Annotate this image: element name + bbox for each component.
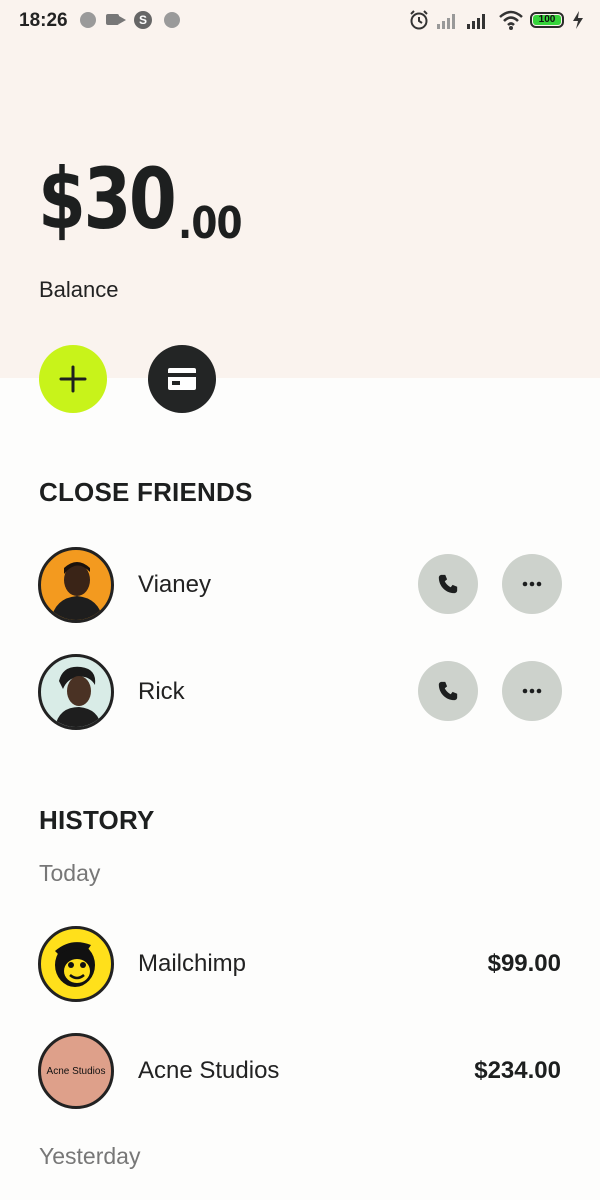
notification-dot-icon bbox=[164, 12, 180, 28]
friend-name: Vianey bbox=[138, 571, 211, 598]
close-friends-title: CLOSE FRIENDS bbox=[39, 477, 253, 507]
friend-name: Rick bbox=[138, 678, 185, 705]
charging-icon bbox=[573, 11, 583, 29]
acne-studios-logo: Acne Studios bbox=[38, 1033, 114, 1109]
status-time: 18:26 bbox=[19, 10, 68, 31]
friend-row[interactable]: Rick bbox=[0, 654, 600, 734]
more-dots-icon bbox=[522, 688, 542, 694]
card-button[interactable] bbox=[148, 345, 216, 413]
transaction-row[interactable]: Mailchimp $99.00 bbox=[0, 926, 600, 1006]
mailchimp-logo bbox=[38, 926, 114, 1002]
history-group-label: Today bbox=[39, 860, 101, 886]
history-group-label: Yesterday bbox=[39, 1143, 141, 1169]
call-button[interactable] bbox=[418, 661, 478, 721]
more-dots-icon bbox=[522, 581, 542, 587]
history-title: HISTORY bbox=[39, 805, 155, 835]
wifi-icon bbox=[499, 10, 523, 30]
transaction-name: Acne Studios bbox=[138, 1057, 280, 1084]
video-camera-icon bbox=[106, 14, 126, 25]
friend-row[interactable]: Vianey bbox=[0, 547, 600, 627]
transaction-amount: $234.00 bbox=[474, 1057, 561, 1084]
balance-dollars: $30 bbox=[38, 150, 177, 248]
s-app-icon: S bbox=[134, 11, 152, 29]
battery-level: 100 bbox=[533, 15, 561, 25]
add-funds-button[interactable] bbox=[39, 345, 107, 413]
signal-icon bbox=[467, 14, 485, 29]
status-bar: 18:26 S 100 bbox=[0, 0, 600, 42]
acne-studios-logo-text: Acne Studios bbox=[46, 1065, 106, 1077]
signal-icon bbox=[437, 14, 455, 29]
transaction-amount: $99.00 bbox=[487, 950, 561, 977]
battery-icon: 100 bbox=[530, 12, 564, 28]
phone-icon bbox=[438, 681, 458, 701]
alarm-icon bbox=[410, 10, 428, 30]
avatar bbox=[38, 547, 114, 623]
notification-dot-icon bbox=[80, 12, 96, 28]
transaction-row[interactable]: Acne Studios Acne Studios $234.00 bbox=[0, 1033, 600, 1113]
call-button[interactable] bbox=[418, 554, 478, 614]
more-options-button[interactable] bbox=[502, 554, 562, 614]
plus-icon bbox=[59, 365, 87, 393]
transaction-name: Mailchimp bbox=[138, 950, 247, 977]
credit-card-icon bbox=[168, 368, 196, 390]
balance-label: Balance bbox=[39, 277, 119, 302]
balance-amount: $30 .00 bbox=[38, 150, 243, 249]
more-options-button[interactable] bbox=[502, 661, 562, 721]
phone-icon bbox=[438, 574, 458, 594]
balance-cents: .00 bbox=[178, 198, 243, 249]
avatar bbox=[38, 654, 114, 730]
